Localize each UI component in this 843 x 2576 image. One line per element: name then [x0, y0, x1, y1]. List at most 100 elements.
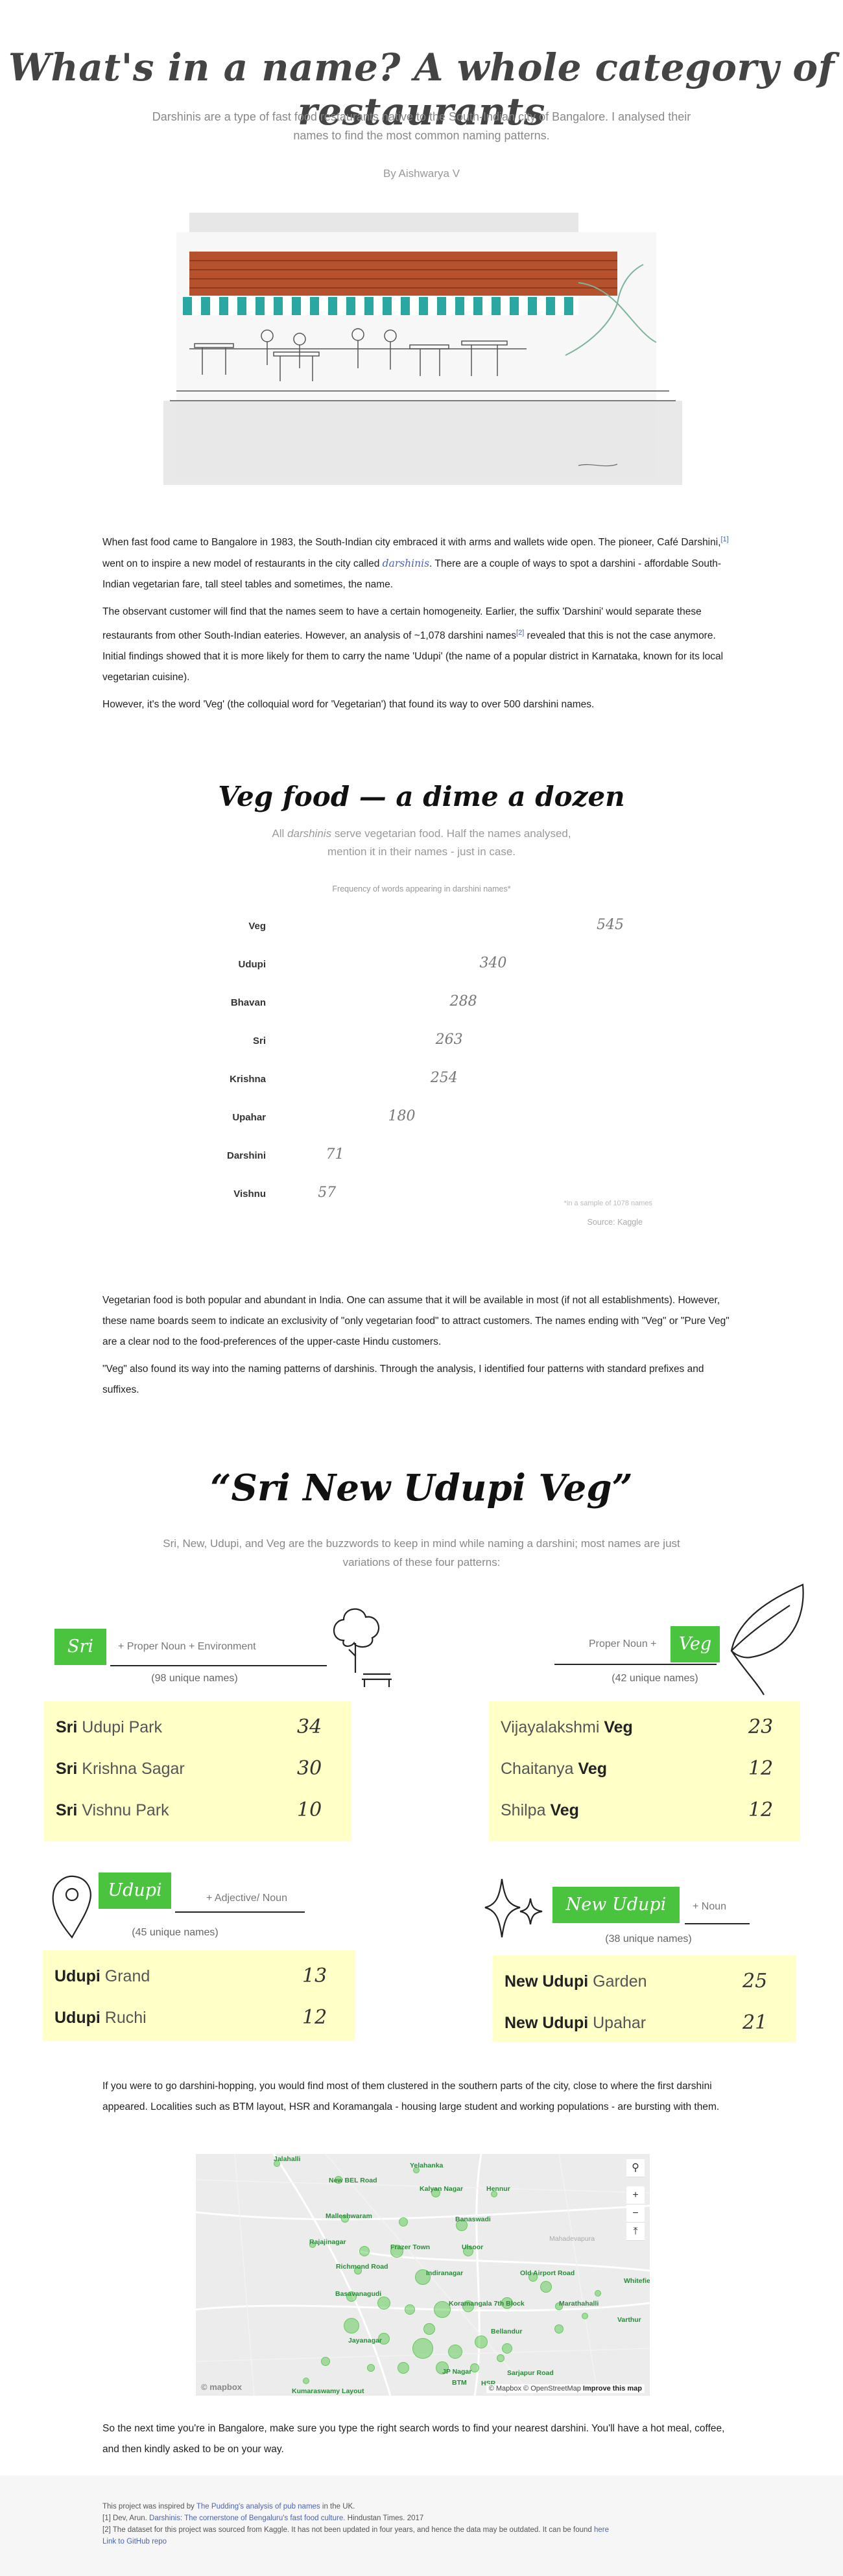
pudding-link[interactable]: The Pudding's analysis of pub names [196, 2503, 320, 2511]
footer-line-1: This project was inspired by The Pudding… [102, 2503, 355, 2511]
map-place-label: Frazer Town [390, 2243, 431, 2251]
example-name: New Udupi Garden [505, 1972, 647, 1991]
example-name: Sri Udupi Park [56, 1718, 162, 1736]
map-place-label: Basavanagudi [335, 2290, 382, 2298]
darshini-marker[interactable] [405, 2304, 415, 2315]
example-name: Shilpa Veg [501, 1801, 579, 1819]
map-place-label: Marathahalli [559, 2300, 599, 2308]
darshini-marker[interactable] [399, 2217, 408, 2227]
pattern-text-sri: + Proper Noun + Environment [118, 1641, 256, 1652]
examples-box-udupi: Udupi Grand 13 Udupi Ruchi 12 [43, 1950, 355, 2041]
example-count: 10 [297, 1799, 322, 1821]
darshini-marker[interactable] [377, 2297, 390, 2310]
example-count: 12 [302, 2006, 327, 2029]
middle-paragraph-1: Vegetarian food is both popular and abun… [102, 1295, 730, 1347]
examples-box-veg: Vijayalakshmi Veg 23 Chaitanya Veg 12 Shilpa… [489, 1701, 800, 1841]
darshini-marker[interactable] [475, 2335, 488, 2348]
chart-category-label: Veg [248, 921, 266, 932]
search-icon[interactable]: ⚲ [626, 2159, 645, 2177]
darshini-marker[interactable] [582, 2313, 588, 2319]
map-place-label: Kalyan Nagar [420, 2185, 464, 2193]
chart-value-label: 57 [318, 1185, 337, 1201]
pattern-tag-udupi: Udupi [99, 1873, 171, 1909]
example-count: 12 [748, 1799, 774, 1821]
darshini-marker[interactable] [359, 2246, 370, 2256]
github-repo-link[interactable]: Link to GitHub repo [102, 2538, 167, 2546]
footnote-ref-1[interactable]: [1] [721, 536, 729, 543]
byline: By Aishwarya V [383, 167, 460, 180]
chart-row: Udupi 340 [195, 952, 648, 978]
section-heading-patterns: “Sri New Udupi Veg” [210, 1467, 633, 1509]
page-subtitle: Darshinis are a type of fast food restau… [152, 110, 691, 142]
map-place-label: Ulsoor [462, 2243, 484, 2251]
section-subtitle-veg: All darshinis serve vegetarian food. Hal… [272, 827, 571, 858]
middle-paragraph-2: "Veg" also found its way into the naming… [102, 1364, 704, 1395]
chart-category-label: Upahar [232, 1112, 266, 1123]
darshini-marker[interactable] [344, 2318, 359, 2334]
darshini-marker[interactable] [423, 2323, 435, 2335]
pattern-count-udupi: (45 unique names) [132, 1927, 219, 1938]
map-place-label: Yelahanka [410, 2162, 444, 2169]
darshini-marker[interactable] [448, 2345, 462, 2359]
chart-value-label: 180 [388, 1108, 416, 1124]
chart-category-label: Darshini [226, 1150, 266, 1161]
example-count: 13 [302, 1965, 327, 1987]
darshini-marker[interactable] [321, 2357, 330, 2366]
chart-category-label: Bhavan [230, 997, 266, 1008]
pattern-underline [110, 1665, 327, 1666]
chart-value-label: 263 [435, 1032, 463, 1048]
intro-paragraph-1: When fast food came to Bangalore in 1983… [102, 536, 729, 591]
example-count: 23 [748, 1716, 774, 1738]
intro-paragraph-3: However, it's the word 'Veg' (the colloq… [102, 699, 595, 711]
footer: This project was inspired by The Pudding… [0, 2476, 843, 2576]
map-place-label: Old Airport Road [520, 2269, 575, 2277]
footer-line-4: Link to GitHub repo [102, 2538, 167, 2546]
map-place-label: BTM [452, 2379, 467, 2387]
chart-value-label: 545 [597, 917, 624, 933]
darshini-marker[interactable] [398, 2362, 409, 2374]
footnote-ref-2[interactable]: [2] [516, 629, 524, 637]
map-place-label: Jalahalli [274, 2155, 301, 2163]
map-place-label: Varthur [617, 2316, 641, 2324]
map-place-label: Whitefield [624, 2277, 650, 2285]
darshinis-link[interactable]: darshinis [383, 558, 429, 569]
map-place-label: Jayanagar [348, 2337, 382, 2345]
example-name: Vijayalakshmi Veg [501, 1718, 633, 1736]
darshini-marker[interactable] [540, 2281, 552, 2293]
pattern-count-new-udupi: (38 unique names) [605, 1933, 692, 1944]
example-count: 21 [742, 2011, 768, 2034]
darshini-marker[interactable] [497, 2354, 505, 2362]
word-frequency-chart: Veg 545 Udupi 340 Bhavan 288 Sri 263 Krishna 254 U… [195, 914, 648, 1219]
darshini-marker[interactable] [303, 2378, 309, 2384]
zoom-out-button[interactable]: − [626, 2204, 645, 2223]
pattern-text-udupi: + Adjective/ Noun [206, 1893, 287, 1904]
tree-bench-icon [333, 1608, 392, 1687]
map-place-label: Kumaraswamy Layout [292, 2387, 364, 2395]
pattern-tag-veg: Veg [671, 1626, 720, 1662]
intro-paragraph-2: The observant customer will find that th… [102, 606, 724, 683]
map-attribution[interactable]: © Mapbox © OpenStreetMap Improve this ma… [486, 2384, 645, 2393]
darshini-marker[interactable] [367, 2364, 375, 2372]
darshini-storefront-illustration [163, 213, 682, 485]
chart-value-label: 340 [479, 955, 507, 971]
pattern-tag-sri: Sri [54, 1629, 106, 1665]
chart-source: Source: Kaggle [587, 1218, 643, 1227]
map-place-label: Richmond Road [336, 2263, 388, 2271]
pattern-count-sri: (98 unique names) [151, 1673, 238, 1684]
darshini-marker[interactable] [502, 2343, 512, 2354]
example-count: 12 [748, 1757, 774, 1780]
darshini-marker[interactable] [554, 2324, 564, 2334]
zoom-in-button[interactable]: + [626, 2186, 645, 2204]
chart-value-label: 71 [326, 1146, 344, 1163]
dataset-link[interactable]: here [594, 2526, 609, 2534]
compass-reset-button[interactable]: ⤒ [626, 2223, 645, 2241]
mapbox-logo[interactable]: © mapbox [201, 2382, 242, 2392]
chart-category-label: Krishna [230, 1074, 266, 1085]
darshini-marker[interactable] [595, 2290, 601, 2297]
sparkles-icon [484, 1878, 543, 1938]
darshini-map[interactable]: Jalahalli Yelahanka New BEL Road Kalyan Nag… [196, 2154, 650, 2396]
darshini-marker[interactable] [412, 2338, 433, 2359]
example-count: 25 [742, 1970, 768, 1992]
reference-link[interactable]: Darshinis: The cornerstone of Bengaluru'… [149, 2514, 345, 2522]
pattern-underline [554, 1664, 717, 1665]
